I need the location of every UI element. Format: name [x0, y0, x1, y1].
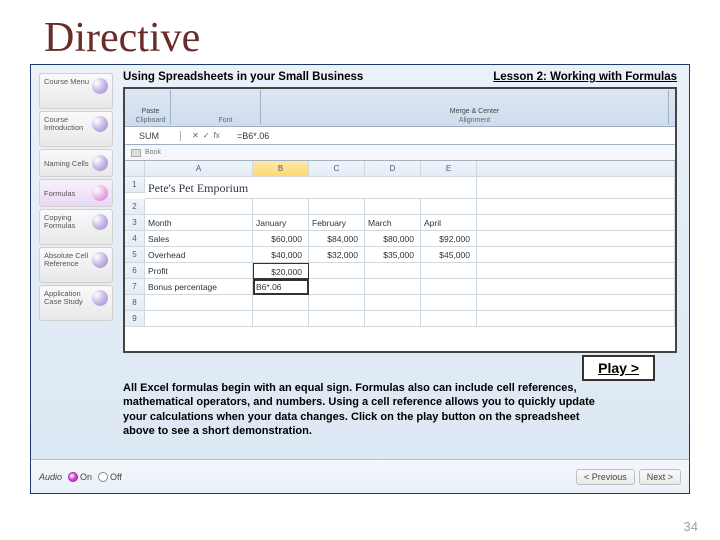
audio-on-radio[interactable] [68, 472, 78, 482]
row-2[interactable]: 2 [125, 199, 145, 215]
row-5[interactable]: 5 [125, 247, 145, 263]
menu-formulas[interactable]: Formulas [39, 179, 113, 207]
col-e[interactable]: E [421, 161, 477, 177]
orb-icon [92, 116, 108, 132]
formula-value[interactable]: =B6*.06 [231, 131, 269, 141]
menu-course-menu[interactable]: Course Menu [39, 73, 113, 109]
previous-button[interactable]: < Previous [576, 469, 635, 485]
row-1[interactable]: 1 [125, 177, 145, 193]
play-button[interactable]: Play > [582, 355, 655, 381]
cell-a7[interactable]: Bonus percentage [145, 279, 253, 295]
row-6[interactable]: 6 [125, 263, 145, 279]
cell-a1[interactable]: Pete's Pet Emporium [145, 177, 477, 199]
cell-b6[interactable]: $20,000 [253, 263, 309, 279]
cell-c5[interactable]: $32,000 [309, 247, 365, 263]
slide-title: Directive [0, 0, 720, 64]
cell-e3[interactable]: April [421, 215, 477, 231]
orb-icon [92, 214, 108, 230]
lesson-body-text: All Excel formulas begin with an equal s… [123, 381, 677, 438]
spreadsheet-preview: PasteClipboard Font Merge & CenterAlignm… [123, 87, 677, 353]
cell-a5[interactable]: Overhead [145, 247, 253, 263]
cell-b4[interactable]: $60,000 [253, 231, 309, 247]
workbook-row: Book [125, 145, 675, 161]
name-box[interactable]: SUM [125, 131, 181, 141]
content-header: Using Spreadsheets in your Small Busines… [123, 71, 677, 83]
course-title: Using Spreadsheets in your Small Busines… [123, 71, 363, 83]
cell-b3[interactable]: January [253, 215, 309, 231]
audio-off-radio[interactable] [98, 472, 108, 482]
cell-c4[interactable]: $84,000 [309, 231, 365, 247]
lesson-frame: Course Menu Course Introduction Naming C… [30, 64, 690, 494]
slide-number: 34 [684, 519, 698, 534]
cell-e5[interactable]: $45,000 [421, 247, 477, 263]
lesson-title: Lesson 2: Working with Formulas [493, 71, 677, 83]
footer-bar: Audio On Off < Previous Next > [31, 459, 689, 493]
orb-icon [92, 78, 108, 94]
enter-icon[interactable]: ✓ [203, 131, 210, 140]
cell-a3[interactable]: Month [145, 215, 253, 231]
menu-application-case-study[interactable]: Application Case Study [39, 285, 113, 321]
col-d[interactable]: D [365, 161, 421, 177]
menu-absolute-cell-reference[interactable]: Absolute Cell Reference [39, 247, 113, 283]
content-area: Using Spreadsheets in your Small Busines… [123, 71, 677, 457]
row-3[interactable]: 3 [125, 215, 145, 231]
ribbon-alignment: Merge & CenterAlignment [281, 90, 669, 124]
col-c[interactable]: C [309, 161, 365, 177]
cell-a6[interactable]: Profit [145, 263, 253, 279]
orb-icon [92, 155, 108, 171]
next-button[interactable]: Next > [639, 469, 681, 485]
cell-rest-1[interactable] [477, 177, 675, 199]
formula-bar: SUM ✕ ✓ fx =B6*.06 [125, 127, 675, 145]
row-8[interactable]: 8 [125, 295, 145, 311]
fx-icons: ✕ ✓ fx [181, 131, 231, 140]
row-9[interactable]: 9 [125, 311, 145, 327]
cell-d3[interactable]: March [365, 215, 421, 231]
menu-copying-formulas[interactable]: Copying Formulas [39, 209, 113, 245]
orb-icon [92, 185, 108, 201]
cell-b7-selected[interactable]: B6*.06 [253, 279, 309, 295]
course-menu-sidebar: Course Menu Course Introduction Naming C… [39, 73, 113, 321]
audio-label: Audio [39, 472, 62, 482]
menu-course-introduction[interactable]: Course Introduction [39, 111, 113, 147]
row-7[interactable]: 7 [125, 279, 145, 295]
cell-d4[interactable]: $80,000 [365, 231, 421, 247]
worksheet-grid[interactable]: A B C D E 1 Pete's Pet Emporium 2 3 Mont… [125, 161, 675, 327]
row-4[interactable]: 4 [125, 231, 145, 247]
cancel-icon[interactable]: ✕ [192, 131, 199, 140]
cell-c3[interactable]: February [309, 215, 365, 231]
select-all-corner[interactable] [125, 161, 145, 177]
col-b[interactable]: B [253, 161, 309, 177]
ribbon-font: Font [191, 90, 261, 124]
menu-naming-cells[interactable]: Naming Cells [39, 149, 113, 177]
ribbon: PasteClipboard Font Merge & CenterAlignm… [125, 89, 675, 127]
workbook-icon [131, 149, 141, 157]
cell-d5[interactable]: $35,000 [365, 247, 421, 263]
orb-icon [92, 252, 108, 268]
ribbon-clipboard: PasteClipboard [131, 90, 171, 124]
col-a[interactable]: A [145, 161, 253, 177]
cell-e4[interactable]: $92,000 [421, 231, 477, 247]
col-rest[interactable] [477, 161, 675, 177]
cell-b5[interactable]: $40,000 [253, 247, 309, 263]
fx-icon[interactable]: fx [214, 131, 220, 140]
cell-a4[interactable]: Sales [145, 231, 253, 247]
orb-icon [92, 290, 108, 306]
